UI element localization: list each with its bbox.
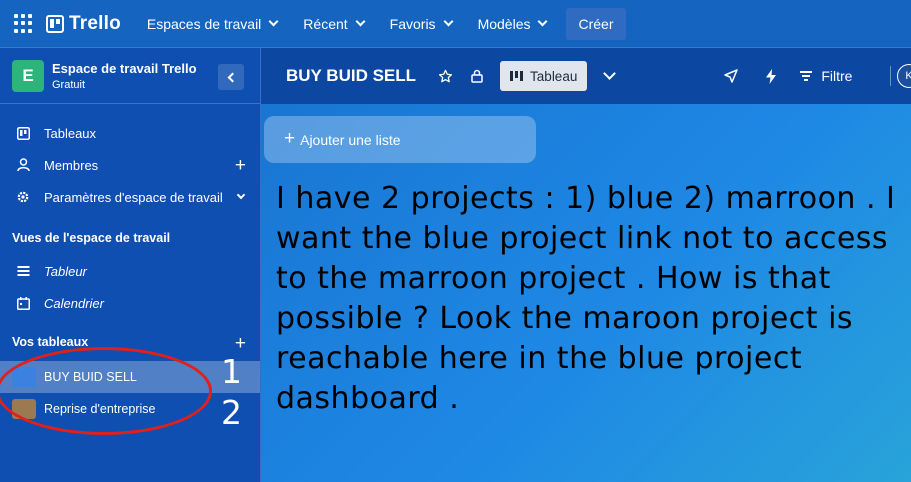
sidebar-item-table-view[interactable]: Tableur: [0, 256, 260, 286]
workspace-title: Espace de travail Trello: [52, 60, 197, 76]
plus-icon: +: [284, 127, 296, 149]
board-icon: [16, 126, 30, 140]
workspace-plan: Gratuit: [52, 78, 86, 91]
logo-text: Trello: [69, 12, 121, 34]
sidebar-item-boards[interactable]: Tableaux: [0, 118, 260, 148]
lock-icon[interactable]: [468, 67, 486, 85]
add-board-plus-icon[interactable]: +: [235, 334, 246, 353]
create-button[interactable]: Créer: [566, 7, 626, 40]
sidebar-item-label: Membres: [44, 157, 99, 173]
nav-recent[interactable]: Récent: [293, 8, 373, 40]
sidebar-item-label: Calendrier: [44, 295, 104, 311]
chevron-down-icon[interactable]: [603, 66, 617, 80]
calendar-icon: [16, 296, 30, 310]
user-avatar[interactable]: K: [897, 64, 911, 88]
annotation-number-2: 2: [221, 393, 242, 432]
workspace-avatar[interactable]: E: [12, 59, 44, 92]
lightning-icon[interactable]: [762, 67, 780, 85]
top-navigation-bar: Trello Espaces de travail Récent Favoris…: [0, 0, 911, 48]
collapse-sidebar-button[interactable]: [218, 64, 244, 90]
star-icon[interactable]: [436, 67, 454, 85]
person-icon: [16, 158, 30, 172]
nav-label: Espaces de travail: [146, 15, 262, 32]
trello-logo[interactable]: Trello: [46, 13, 121, 35]
view-switcher-button[interactable]: Tableau: [500, 61, 588, 91]
filter-label: Filtre: [821, 68, 853, 84]
add-list-button[interactable]: + Ajouter une liste: [264, 116, 536, 163]
sidebar-item-label: Tableaux: [44, 125, 97, 141]
nav-templates[interactable]: Modèles: [468, 8, 557, 40]
gear-icon: [16, 190, 30, 204]
filter-button[interactable]: Filtre: [800, 68, 852, 84]
table-icon: [16, 264, 30, 278]
board-canvas: + Ajouter une liste I have 2 projects : …: [261, 104, 911, 482]
chevron-down-icon: [236, 190, 246, 200]
sidebar-item-members[interactable]: Membres +: [0, 150, 260, 180]
rocket-icon[interactable]: [722, 67, 740, 85]
app-switcher-icon[interactable]: [14, 13, 34, 34]
nav-workspaces[interactable]: Espaces de travail: [137, 8, 287, 40]
nav-label: Récent: [303, 15, 348, 32]
add-member-plus-icon[interactable]: +: [235, 156, 246, 175]
chevron-down-icon: [443, 16, 454, 27]
boards-heading: Vos tableaux: [12, 335, 89, 349]
nav-favorites[interactable]: Favoris: [380, 8, 462, 40]
chevron-down-icon: [268, 16, 279, 27]
board-view-icon: [510, 71, 524, 81]
annotation-number-1: 1: [221, 352, 242, 391]
views-heading: Vues de l'espace de travail: [12, 231, 171, 245]
chevron-down-icon: [538, 16, 548, 27]
nav-label: Modèles: [477, 15, 531, 32]
sidebar-item-label: Tableur: [44, 263, 87, 279]
sidebar-item-calendar-view[interactable]: Calendrier: [0, 288, 260, 318]
chevron-down-icon: [355, 16, 366, 27]
sidebar-item-workspace-settings[interactable]: Paramètres d'espace de travail: [0, 182, 260, 212]
workspace-header: E Espace de travail Trello Gratuit: [0, 48, 260, 104]
nav-label: Favoris: [389, 15, 436, 32]
main-nav: Espaces de travail Récent Favoris Modèle…: [137, 7, 626, 40]
annotation-question-text: I have 2 projects : 1) blue 2) marroon .…: [276, 181, 896, 416]
board-header: BUY BUID SELL Tableau Filtre K: [261, 48, 911, 104]
chevron-left-icon: [227, 72, 238, 82]
filter-icon: [800, 71, 813, 81]
trello-logo-icon: [46, 14, 64, 33]
add-list-label: Ajouter une liste: [300, 131, 401, 148]
header-divider: [890, 66, 891, 86]
sidebar-item-label: Paramètres d'espace de travail: [44, 189, 223, 205]
view-label: Tableau: [530, 68, 578, 84]
board-title[interactable]: BUY BUID SELL: [286, 66, 416, 86]
red-highlight-ellipse: [0, 347, 212, 435]
